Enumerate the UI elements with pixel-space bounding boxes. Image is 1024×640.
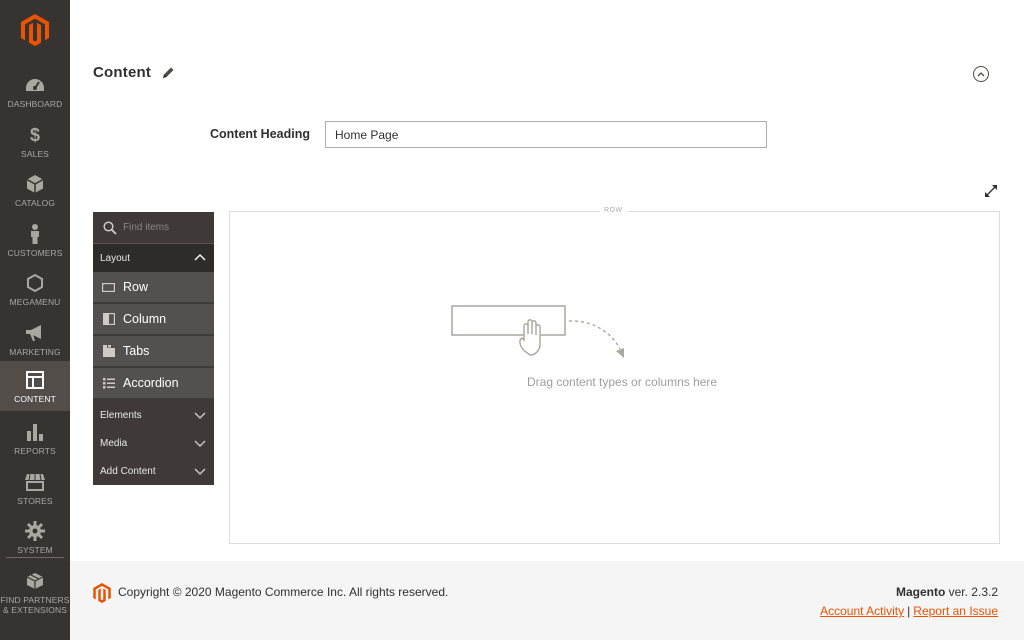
layout-item-row[interactable]: Row bbox=[93, 272, 214, 303]
drag-hand-illustration bbox=[450, 304, 630, 364]
menu-label: REPORTS bbox=[14, 446, 56, 456]
pencil-icon[interactable] bbox=[161, 66, 175, 80]
box-icon bbox=[25, 174, 45, 194]
chevron-down-icon bbox=[194, 437, 206, 449]
version-info: Magento ver. 2.3.2 bbox=[896, 585, 998, 599]
menu-label: FIND PARTNERS bbox=[0, 595, 70, 605]
chevron-up-icon bbox=[194, 252, 206, 264]
layout-item-column[interactable]: Column bbox=[93, 304, 214, 335]
admin-menu: DASHBOARD $ SALES CATALOG CUSTOMERS MEGA… bbox=[0, 0, 70, 640]
item-label: Tabs bbox=[123, 344, 150, 358]
group-label: Media bbox=[100, 437, 128, 449]
menu-label: DASHBOARD bbox=[7, 99, 63, 109]
group-label: Elements bbox=[100, 409, 142, 421]
collapse-section-button[interactable] bbox=[973, 66, 989, 82]
menu-item-find-partners[interactable]: FIND PARTNERS & EXTENSIONS bbox=[0, 562, 70, 622]
menu-item-stores[interactable]: STORES bbox=[0, 463, 70, 513]
dollar-icon: $ bbox=[29, 124, 40, 145]
menu-label: SALES bbox=[21, 149, 49, 159]
column-icon bbox=[102, 313, 115, 326]
magento-footer-logo-icon bbox=[93, 583, 111, 603]
magento-logo[interactable] bbox=[0, 0, 70, 60]
content-heading-input[interactable] bbox=[325, 121, 767, 148]
menu-item-marketing[interactable]: MARKETING bbox=[0, 314, 70, 364]
group-label: Layout bbox=[100, 252, 131, 264]
row-label: ROW bbox=[600, 207, 627, 214]
fullscreen-icon[interactable] bbox=[984, 184, 998, 198]
menu-item-megamenu[interactable]: MEGAMENU bbox=[0, 264, 70, 314]
row-icon bbox=[102, 281, 115, 294]
megaphone-icon bbox=[25, 323, 45, 343]
menu-label: MEGAMENU bbox=[9, 297, 61, 307]
menu-item-system[interactable]: SYSTEM bbox=[0, 512, 70, 562]
link-separator: | bbox=[907, 604, 911, 618]
menu-item-customers[interactable]: CUSTOMERS bbox=[0, 215, 70, 265]
chevron-down-icon bbox=[194, 465, 206, 477]
menu-label: CONTENT bbox=[14, 394, 56, 404]
page-builder-panel: Layout Row Column Tabs Accordion Element… bbox=[93, 212, 214, 485]
panel-group-layout[interactable]: Layout bbox=[93, 244, 214, 272]
item-label: Accordion bbox=[123, 376, 179, 390]
panel-group-add-content[interactable]: Add Content bbox=[93, 457, 214, 485]
drop-zone-text: Drag content types or columns here bbox=[527, 375, 718, 389]
menu-label: & EXTENSIONS bbox=[2, 605, 68, 615]
search-icon bbox=[103, 220, 117, 235]
chevron-down-icon bbox=[194, 409, 206, 421]
magento-logo-icon bbox=[21, 14, 49, 46]
brand-name: Magento bbox=[895, 585, 946, 599]
accordion-icon bbox=[102, 377, 115, 390]
find-items-input[interactable] bbox=[123, 222, 208, 233]
layout-icon bbox=[25, 370, 45, 390]
gear-icon bbox=[25, 521, 45, 541]
store-icon bbox=[25, 472, 45, 492]
panel-group-elements[interactable]: Elements bbox=[93, 401, 214, 429]
page-footer bbox=[70, 561, 1024, 640]
menu-divider bbox=[6, 557, 64, 558]
menu-label: STORES bbox=[17, 496, 53, 506]
account-activity-link[interactable]: Account Activity bbox=[820, 604, 904, 618]
report-issue-link[interactable]: Report an Issue bbox=[913, 604, 998, 618]
dashboard-icon bbox=[25, 75, 45, 95]
version-text: ver. 2.3.2 bbox=[945, 585, 998, 599]
bar-chart-icon bbox=[25, 422, 45, 442]
item-label: Row bbox=[123, 280, 149, 294]
menu-label: CUSTOMERS bbox=[7, 248, 63, 258]
content-heading-label: Content Heading bbox=[210, 127, 310, 141]
layout-item-accordion[interactable]: Accordion bbox=[93, 368, 214, 399]
box-stack-icon bbox=[25, 571, 45, 591]
menu-label: SYSTEM bbox=[17, 545, 53, 555]
layout-item-tabs[interactable]: Tabs bbox=[93, 336, 214, 367]
chevron-up-icon bbox=[977, 72, 985, 77]
hexagon-icon bbox=[25, 273, 45, 293]
menu-item-dashboard[interactable]: DASHBOARD bbox=[0, 66, 70, 116]
panel-search bbox=[93, 212, 214, 244]
menu-item-catalog[interactable]: CATALOG bbox=[0, 165, 70, 215]
tabs-icon bbox=[102, 345, 115, 358]
menu-label: MARKETING bbox=[9, 347, 61, 357]
menu-label: CATALOG bbox=[14, 198, 56, 208]
footer-links: Account Activity | Report an Issue bbox=[820, 604, 998, 618]
menu-item-sales[interactable]: $ SALES bbox=[0, 116, 70, 166]
section-title[interactable]: Content bbox=[93, 64, 151, 81]
panel-group-media[interactable]: Media bbox=[93, 429, 214, 457]
item-label: Column bbox=[123, 312, 167, 326]
copyright-text: Copyright © 2020 Magento Commerce Inc. A… bbox=[118, 585, 449, 599]
menu-item-content[interactable]: CONTENT bbox=[0, 361, 70, 411]
group-label: Add Content bbox=[100, 465, 156, 477]
menu-item-reports[interactable]: REPORTS bbox=[0, 413, 70, 463]
person-icon bbox=[25, 224, 45, 244]
